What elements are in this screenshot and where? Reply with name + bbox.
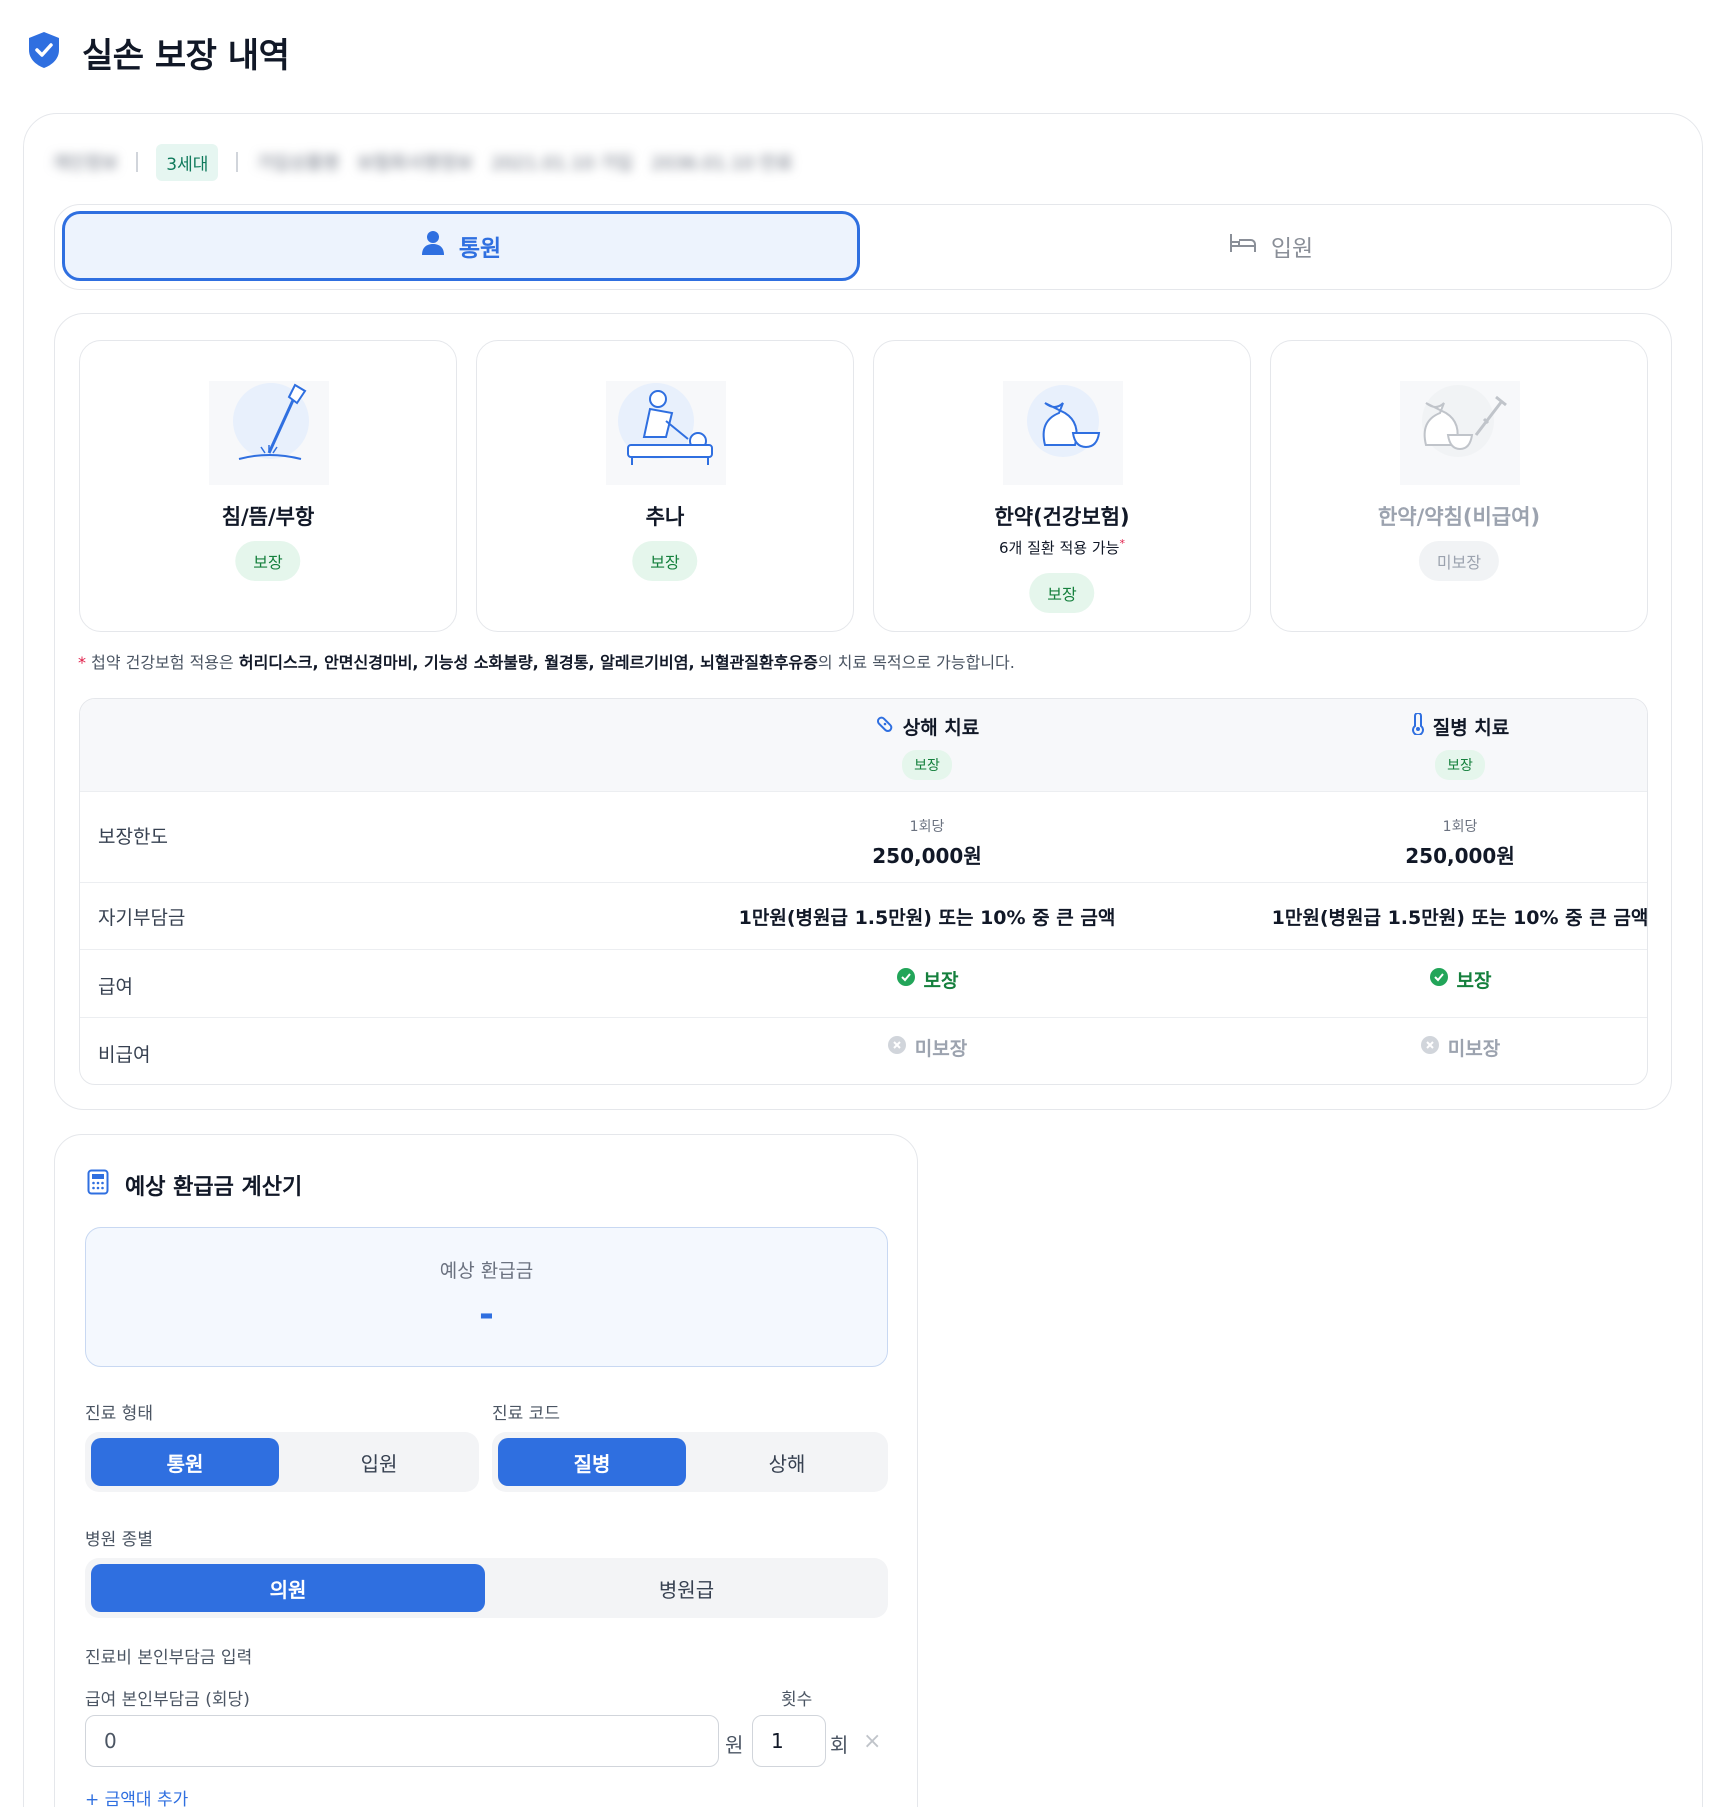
category-card-acupuncture: 침/뜸/부항 보장	[79, 340, 457, 632]
status-badge: 보장	[1435, 750, 1485, 780]
generation-badge: 3세대	[156, 143, 219, 181]
user-icon	[421, 230, 445, 262]
coverage-table: 상해 치료 보장 질병 치료 보장 보장한도 1회당 250,000원 1회당 …	[79, 698, 1648, 1085]
row-label: 비급여	[98, 1044, 151, 1066]
table-row-limit: 보장한도 1회당 250,000원 1회당 250,000원	[80, 791, 1647, 882]
end-date-text: 2036.01.10 만료	[651, 153, 793, 174]
copay-input[interactable]: 0	[85, 1715, 719, 1767]
copay-section-label: 진료비 본인부담금 입력	[85, 1648, 253, 1668]
status-badge: 보장	[632, 541, 698, 581]
page-header: 실손 보장 내역	[26, 28, 290, 76]
refund-value: -	[479, 1294, 494, 1335]
treatment-code-toggle: 질병 상해	[492, 1432, 888, 1492]
row-label: 자기부담금	[98, 907, 186, 929]
status-badge: 보장	[235, 541, 301, 581]
footnote-mark: *	[1119, 537, 1125, 550]
hospital-type-hospital-button[interactable]: 병원급	[491, 1564, 882, 1612]
treatment-type-toggle: 통원 입원	[85, 1432, 479, 1492]
tab-inpatient-label: 입원	[1270, 236, 1314, 262]
status-badge: 보장	[1029, 573, 1095, 613]
table-header-row: 상해 치료 보장 질병 치료 보장	[80, 699, 1647, 791]
category-title: 한약(건강보험)	[994, 505, 1130, 529]
acupuncture-icon	[209, 381, 329, 485]
hospital-type-toggle: 의원 병원급	[85, 1558, 888, 1618]
bandage-icon	[875, 714, 895, 739]
divider	[236, 152, 239, 172]
calculator-title: 예상 환급금 계산기	[87, 1169, 302, 1201]
tab-outpatient[interactable]: 통원	[62, 211, 860, 281]
status-badge: 보장	[902, 750, 952, 780]
check-circle-icon	[1429, 967, 1449, 992]
refund-result-box: 예상 환급금 -	[85, 1227, 888, 1367]
deductible-cell-disease: 1만원(병원급 1.5만원) 또는 10% 중 큰 금액	[1271, 907, 1648, 929]
limit-cell-disease: 1회당 250,000원	[1405, 819, 1515, 868]
hospital-type-clinic-button[interactable]: 의원	[91, 1564, 485, 1612]
herbal-medicine-icon	[1003, 381, 1123, 485]
chuna-icon	[606, 381, 726, 485]
refund-calculator: 예상 환급금 계산기 예상 환급금 - 진료 형태 통원 입원 진료 코드 질병…	[54, 1134, 918, 1807]
table-row-noncovered: 비급여 미보장 미보장	[80, 1017, 1647, 1084]
deductible-cell-injury: 1만원(병원급 1.5만원) 또는 10% 중 큰 금액	[738, 907, 1116, 929]
category-title: 한약/약침(비급여)	[1377, 505, 1541, 529]
hospital-type-label: 병원 종별	[85, 1530, 153, 1550]
noncovered-cell-disease: 미보장	[1194, 1034, 1647, 1061]
refund-label: 예상 환급금	[439, 1260, 534, 1282]
row-label: 보장한도	[98, 826, 168, 848]
herbal-injection-icon	[1400, 381, 1520, 485]
covered-cell-disease: 보장	[1194, 966, 1647, 993]
category-card-chuna: 추나 보장	[476, 340, 854, 632]
treatment-type-label: 진료 형태	[85, 1404, 153, 1424]
policy-holder-text: 개인정보	[52, 153, 119, 174]
column-header-injury: 상해 치료 보장	[661, 713, 1193, 780]
treatment-code-disease-button[interactable]: 질병	[498, 1438, 686, 1486]
page-title: 실손 보장 내역	[82, 35, 290, 76]
table-row-covered: 급여 보장 보장	[80, 949, 1647, 1017]
row-label: 급여	[98, 976, 133, 998]
category-title: 추나	[645, 505, 685, 529]
bed-icon	[1229, 232, 1257, 260]
treatment-code-injury-button[interactable]: 상해	[692, 1438, 882, 1486]
column-header-disease: 질병 치료 보장	[1194, 712, 1647, 780]
tab-outpatient-label: 통원	[458, 236, 502, 262]
count-label: 횟수	[781, 1690, 813, 1710]
remove-row-icon[interactable]: ×	[863, 1729, 881, 1754]
status-badge: 미보장	[1418, 541, 1500, 581]
x-circle-icon	[1420, 1035, 1440, 1060]
policy-meta-row: 개인정보 3세대 가입상품명 보험회사명정보 2021.01.10 가입 203…	[52, 142, 793, 182]
copay-unit: 원	[725, 1733, 744, 1757]
treatment-type-inpatient-button[interactable]: 입원	[285, 1438, 473, 1486]
category-title: 침/뜸/부항	[221, 505, 315, 529]
count-unit: 회	[830, 1733, 849, 1757]
limit-cell-injury: 1회당 250,000원	[872, 819, 982, 868]
x-circle-icon	[887, 1035, 907, 1060]
category-card-herbal-noncovered: 한약/약침(비급여) 미보장	[1270, 340, 1648, 632]
calculator-icon	[87, 1169, 109, 1201]
product-name-text: 가입상품명	[256, 153, 340, 174]
category-subtitle: 6개 질환 적용 가능*	[999, 537, 1125, 557]
shield-check-icon	[26, 30, 62, 74]
covered-cell-injury: 보장	[661, 966, 1193, 993]
divider	[136, 152, 139, 172]
insurer-text: 보험회사명정보	[357, 153, 474, 174]
start-date-text: 2021.01.10 가입	[491, 153, 633, 174]
table-row-deductible: 자기부담금 1만원(병원급 1.5만원) 또는 10% 중 큰 금액 1만원(병…	[80, 882, 1647, 949]
treatment-type-outpatient-button[interactable]: 통원	[91, 1438, 279, 1486]
thermometer-icon	[1411, 712, 1425, 740]
check-circle-icon	[896, 967, 916, 992]
treatment-code-label: 진료 코드	[492, 1404, 560, 1424]
category-card-herbal-insured: 한약(건강보험) 6개 질환 적용 가능* 보장	[873, 340, 1251, 632]
count-input[interactable]: 1	[752, 1715, 826, 1767]
copay-label: 급여 본인부담금 (회당)	[85, 1690, 250, 1710]
herbal-insurance-note: * 첩약 건강보험 적용은 허리디스크, 안면신경마비, 기능성 소화불량, 월…	[78, 653, 1015, 672]
noncovered-cell-injury: 미보장	[661, 1034, 1193, 1061]
add-amount-range-button[interactable]: + 금액대 추가	[85, 1785, 188, 1807]
tab-inpatient[interactable]: 입원	[875, 211, 1667, 281]
treatment-tabs: 통원 입원	[54, 204, 1672, 290]
